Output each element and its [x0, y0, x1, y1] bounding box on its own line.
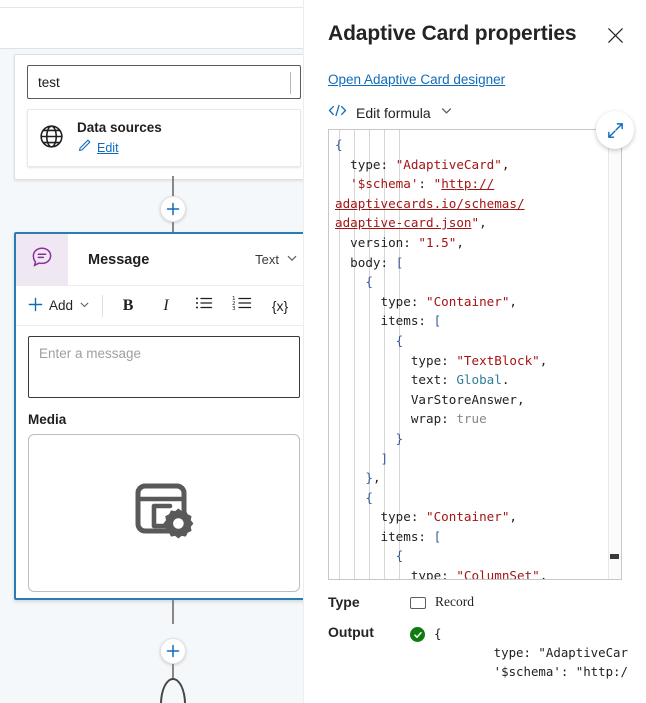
edit-formula-label: Edit formula	[356, 105, 431, 121]
editor-scrollbar-thumb[interactable]	[610, 554, 619, 559]
trigger-name-input[interactable]: test	[27, 65, 301, 99]
code-line: VarStoreAnswer,	[410, 391, 525, 407]
code-line: version: "1.5",	[350, 234, 464, 250]
code-content: { type: "AdaptiveCard", '$schema': "http…	[329, 135, 621, 580]
data-sources-title: Data sources	[77, 120, 162, 135]
type-value: Record	[410, 594, 474, 610]
data-sources-edit-link[interactable]: Edit	[97, 141, 119, 155]
data-sources-edit-row[interactable]: Edit	[77, 138, 162, 158]
code-line: items: [	[380, 528, 442, 544]
media-label: Media	[28, 412, 67, 427]
message-node-title: Message	[88, 251, 150, 268]
numbered-list-icon: 1 2 3	[232, 295, 252, 316]
output-label: Output	[328, 624, 374, 640]
message-icon-cell	[16, 234, 68, 286]
code-line: type: "Container",	[380, 293, 518, 309]
plus-icon	[166, 202, 180, 216]
code-icon	[328, 103, 347, 123]
code-line: adaptivecards.io/schemas/	[335, 195, 525, 211]
output-preview-code: { type: "AdaptiveCar '$schema': "http:/	[434, 626, 628, 679]
chat-bubble-icon	[30, 245, 54, 274]
expand-editor-button[interactable]	[596, 111, 634, 149]
bulleted-list-icon	[195, 295, 213, 316]
message-kind-label: Text	[255, 252, 279, 267]
connector-line-bottom	[172, 600, 174, 624]
add-button[interactable]: Add	[28, 297, 102, 315]
panel-header: Adaptive Card properties	[304, 0, 646, 50]
trigger-node[interactable]: test Data sources Edit	[14, 54, 303, 180]
code-line: adaptive-card.json",	[335, 215, 487, 231]
code-line: type: "Container",	[380, 509, 518, 525]
app-root: test Data sources Edit Message Text Add …	[0, 0, 646, 703]
canvas-toolbar[interactable]	[0, 7, 303, 49]
chevron-down-icon	[79, 298, 90, 313]
code-line: '$schema': "http://	[350, 176, 495, 192]
data-sources-card[interactable]: Data sources Edit	[27, 109, 301, 167]
output-metadata: Type Record Output { type: "AdaptiveCar …	[304, 580, 646, 681]
code-line: {	[335, 137, 343, 152]
plus-icon	[166, 644, 180, 658]
bulleted-list-button[interactable]	[185, 291, 223, 321]
variables-button[interactable]: {x}	[261, 291, 299, 321]
code-line: items: [	[380, 313, 442, 329]
plus-icon	[28, 297, 43, 315]
code-line: type: "AdaptiveCard",	[350, 156, 510, 172]
success-check-icon	[410, 627, 425, 642]
code-line: }	[395, 430, 404, 446]
code-line: text: Global.	[410, 372, 510, 388]
svg-text:3: 3	[232, 306, 236, 311]
chevron-down-icon	[286, 252, 298, 267]
formula-code-editor[interactable]: { type: "AdaptiveCard", '$schema': "http…	[328, 129, 622, 580]
flow-end-arc	[160, 678, 186, 703]
adaptive-card-settings-icon	[128, 479, 200, 548]
message-input[interactable]: Enter a message	[28, 336, 300, 398]
chevron-down-icon	[440, 104, 453, 122]
output-value: { type: "AdaptiveCar '$schema': "http:/	[410, 624, 628, 681]
add-node-button-top[interactable]	[160, 196, 186, 222]
add-button-label: Add	[49, 298, 74, 313]
code-line: {	[395, 548, 404, 564]
close-icon[interactable]	[600, 20, 630, 50]
code-line: {	[365, 489, 373, 505]
code-line: type: "ColumnSet",	[410, 568, 548, 580]
open-designer-link[interactable]: Open Adaptive Card designer	[328, 72, 646, 87]
adaptive-card-properties-panel: Adaptive Card properties Open Adaptive C…	[303, 0, 646, 703]
numbered-list-button[interactable]: 1 2 3	[223, 291, 261, 321]
toolbar-divider	[102, 294, 104, 317]
text-caret	[290, 72, 291, 94]
message-formatting-toolbar[interactable]: Add B I 1 2 3 {x}	[16, 286, 303, 326]
code-line: {	[365, 274, 373, 290]
code-line: type: "TextBlock",	[410, 352, 548, 368]
pencil-icon	[77, 138, 92, 158]
media-preview-box[interactable]	[28, 434, 300, 592]
code-line: },	[365, 470, 381, 486]
code-line: wrap: true	[410, 411, 487, 427]
code-line: {	[395, 332, 404, 348]
output-row: Output { type: "AdaptiveCar '$schema': "…	[328, 624, 646, 681]
formula-editor-wrap: { type: "AdaptiveCard", '$schema': "http…	[328, 111, 634, 580]
panel-title: Adaptive Card properties	[328, 22, 577, 45]
trigger-name-value: test	[38, 74, 60, 90]
message-node-header: Message Text	[16, 234, 303, 286]
type-label: Type	[328, 594, 360, 610]
type-row: Type Record	[328, 594, 646, 610]
italic-button[interactable]: I	[147, 291, 185, 321]
type-value-text: Record	[435, 594, 474, 609]
message-kind-dropdown[interactable]: Text	[255, 252, 303, 267]
record-icon	[410, 597, 426, 609]
bold-button[interactable]: B	[109, 291, 147, 321]
flow-canvas[interactable]: test Data sources Edit Message Text Add …	[0, 0, 303, 703]
globe-icon	[38, 123, 65, 155]
add-node-button-bottom[interactable]	[160, 638, 186, 664]
code-line: body: [	[350, 254, 404, 270]
canvas-top-strip	[0, 0, 303, 7]
message-node-body: Enter a message Media	[16, 326, 303, 592]
message-node[interactable]: Message Text Add B I 1 2 3 {x} Enter a m…	[14, 232, 303, 600]
code-line: ]	[380, 450, 389, 466]
editor-scrollbar[interactable]	[608, 130, 621, 579]
